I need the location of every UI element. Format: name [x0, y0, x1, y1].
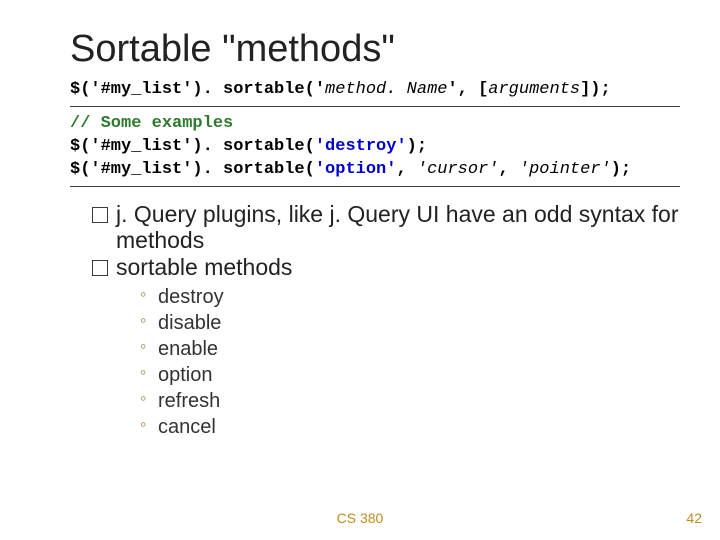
- code-text: $('#my_list'). sortable(: [70, 137, 315, 156]
- footer-course: CS 380: [0, 510, 720, 526]
- code-arg: 'pointer': [519, 160, 611, 179]
- list-item: disable: [140, 310, 680, 336]
- list-item: refresh: [140, 388, 680, 414]
- code-arg: 'cursor': [417, 160, 499, 179]
- code-text: ,: [396, 160, 416, 179]
- method-list: destroy disable enable option refresh ca…: [92, 280, 680, 440]
- code-text: $('#my_list'). sortable(: [70, 160, 315, 179]
- code-example-line: $('#my_list'). sortable('option', 'curso…: [70, 159, 680, 182]
- bullet-sortable-methods: sortable methods: [92, 254, 680, 280]
- code-syntax-line: $('#my_list'). sortable('method. Name', …: [70, 77, 680, 104]
- slide: Sortable "methods" $('#my_list'). sortab…: [0, 0, 720, 540]
- code-text: );: [611, 160, 631, 179]
- footer-page-number: 42: [686, 510, 702, 526]
- code-text: ,: [499, 160, 519, 179]
- divider: [70, 106, 680, 107]
- code-comment: // Some examples: [70, 113, 680, 136]
- list-item: option: [140, 362, 680, 388]
- code-method-name: method. Name: [325, 80, 447, 99]
- code-text: ', [: [447, 80, 488, 99]
- code-examples: // Some examples $('#my_list'). sortable…: [70, 111, 680, 184]
- bullet-plugins: j. Query plugins, like j. Query UI have …: [92, 201, 680, 254]
- list-item: destroy: [140, 284, 680, 310]
- body-content: j. Query plugins, like j. Query UI have …: [70, 191, 680, 440]
- code-string: 'destroy': [315, 137, 407, 156]
- slide-title: Sortable "methods": [70, 28, 680, 71]
- code-text: ]);: [580, 80, 611, 99]
- code-text: );: [407, 137, 427, 156]
- code-text: $('#my_list'). sortable(': [70, 80, 325, 99]
- list-item: cancel: [140, 414, 680, 440]
- code-example-line: $('#my_list'). sortable('destroy');: [70, 136, 680, 159]
- divider: [70, 186, 680, 187]
- list-item: enable: [140, 336, 680, 362]
- code-string: 'option': [315, 160, 397, 179]
- code-arguments: arguments: [488, 80, 580, 99]
